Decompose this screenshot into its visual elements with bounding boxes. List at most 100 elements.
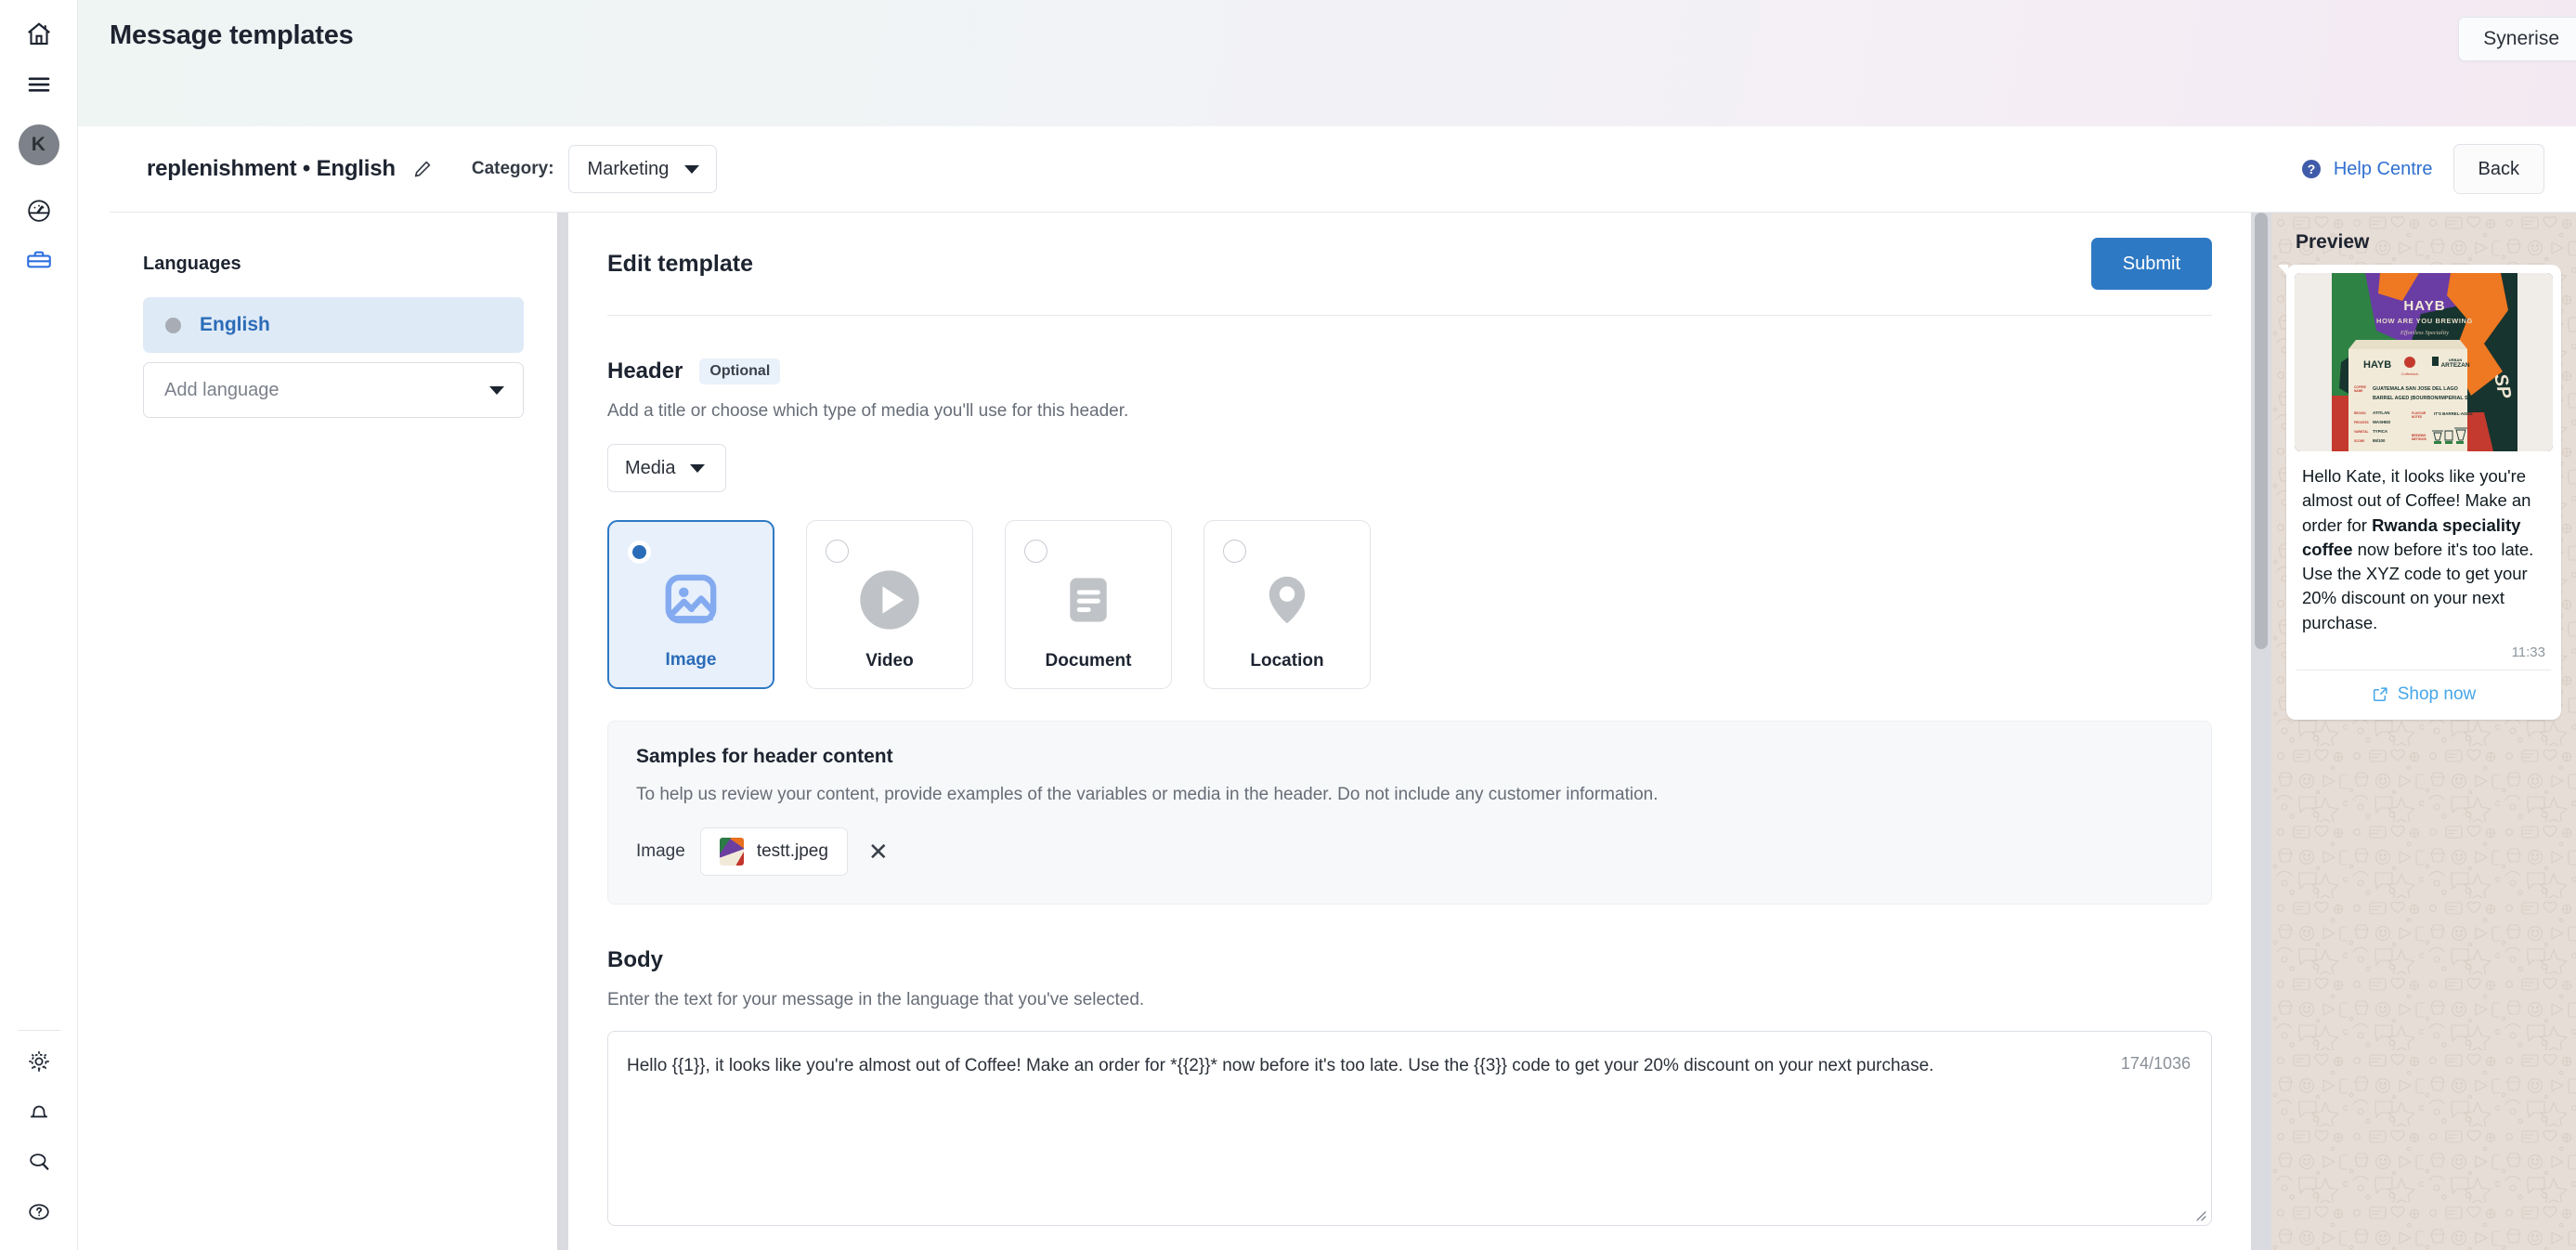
svg-text:REGION: REGION: [2354, 411, 2366, 415]
languages-list: English: [143, 297, 524, 353]
body-textarea[interactable]: Hello {{1}}, it looks like you're almost…: [607, 1031, 2212, 1226]
language-label: English: [200, 314, 270, 336]
resize-grip-icon[interactable]: [2193, 1208, 2206, 1221]
media-card-label: Video: [865, 651, 913, 671]
brand-badge[interactable]: Synerise: [2458, 17, 2576, 61]
language-item-english[interactable]: English: [143, 297, 524, 353]
svg-text:Effortless Speciality: Effortless Speciality: [2400, 330, 2449, 336]
message-bubble: HAYB HOW ARE YOU BREWING Effortless Spec…: [2286, 265, 2561, 720]
help-icon[interactable]: [14, 1187, 64, 1237]
sample-kind-label: Image: [636, 841, 685, 862]
media-card-label: Document: [1046, 651, 1132, 671]
gear-icon[interactable]: [14, 1036, 64, 1087]
edit-template-title: Edit template: [607, 251, 753, 278]
media-type-value: Media: [625, 458, 675, 479]
message-timestamp: 11:33: [2295, 635, 2553, 670]
samples-box: Samples for header content To help us re…: [607, 721, 2212, 905]
template-name: replenishment • English: [147, 156, 396, 182]
back-button[interactable]: Back: [2453, 144, 2544, 194]
chevron-down-icon: [489, 386, 504, 395]
vertical-scrollbar-thumb[interactable]: [2255, 213, 2268, 649]
header-section-description: Add a title or choose which type of medi…: [607, 401, 2212, 422]
media-card-location[interactable]: Location: [1203, 520, 1371, 689]
body-char-count: 174/1036: [2121, 1054, 2191, 1074]
samples-title: Samples for header content: [636, 746, 2183, 768]
page-title: Message templates: [110, 20, 354, 51]
languages-title: Languages: [143, 254, 557, 275]
languages-panel: Languages English Add language: [110, 213, 557, 1250]
header-section-title: Header: [607, 358, 683, 384]
svg-text:BARREL AGED (BOURBON/IMPERIAL: BARREL AGED (BOURBON/IMPERIAL STOUT): [2373, 396, 2483, 401]
svg-text:GUATEMALA SAN JOSE DEL LAGO: GUATEMALA SAN JOSE DEL LAGO: [2373, 386, 2458, 392]
svg-text:NAME: NAME: [2354, 389, 2362, 393]
user-avatar[interactable]: K: [19, 124, 59, 165]
external-link-icon: [2372, 685, 2389, 703]
status-dot-icon: [165, 318, 181, 333]
radio-location[interactable]: [1223, 540, 1246, 563]
edit-template-panel: Edit template Submit Header Optional Add…: [568, 213, 2251, 1250]
location-pin-icon: [1257, 560, 1317, 640]
rail-divider: [18, 1030, 60, 1031]
svg-text:WASHED: WASHED: [2373, 420, 2390, 424]
svg-text:NOTES: NOTES: [2412, 415, 2422, 419]
edit-template-header: Edit template Submit: [568, 213, 2251, 315]
media-card-label: Image: [666, 650, 717, 671]
svg-text:ATITLAN: ATITLAN: [2373, 410, 2389, 415]
chevron-down-icon: [684, 165, 699, 174]
chevron-down-icon: [690, 464, 705, 473]
bell-icon[interactable]: [14, 1087, 64, 1137]
body-text-value: Hello {{1}}, it looks like you're almost…: [627, 1052, 2072, 1079]
submit-button[interactable]: Submit: [2091, 238, 2212, 290]
shop-now-label: Shop now: [2398, 684, 2477, 705]
menu-icon[interactable]: [14, 59, 64, 110]
toolbar-divider: [110, 212, 2576, 213]
help-centre-link[interactable]: ? Help Centre: [2300, 158, 2433, 180]
svg-text:ARTEZAN: ARTEZAN: [2440, 362, 2469, 369]
category-select[interactable]: Marketing: [568, 145, 718, 193]
radio-video[interactable]: [826, 540, 849, 563]
preview-title: Preview: [2296, 231, 2369, 254]
home-icon[interactable]: [14, 9, 64, 59]
document-icon: [1059, 560, 1118, 640]
svg-text:IT'S BARREL-AGED: IT'S BARREL-AGED: [2434, 411, 2473, 416]
category-value: Marketing: [588, 159, 670, 180]
radio-image[interactable]: [628, 540, 651, 564]
vertical-scrollbar-track[interactable]: [2251, 213, 2271, 1250]
avatar-initial: K: [32, 134, 46, 156]
content-shell: Languages English Add language Edit temp…: [110, 213, 2576, 1250]
close-icon[interactable]: ✕: [863, 840, 894, 864]
media-type-select[interactable]: Media: [607, 444, 726, 492]
svg-text:Coffeelack: Coffeelack: [2401, 371, 2419, 376]
radio-document[interactable]: [1024, 540, 1047, 563]
briefcase-icon[interactable]: [14, 236, 64, 286]
svg-text:PROCESS: PROCESS: [2354, 421, 2369, 424]
svg-text:VARIETAL: VARIETAL: [2354, 430, 2369, 434]
header-divider: [607, 315, 2212, 316]
media-card-document[interactable]: Document: [1005, 520, 1172, 689]
add-language-select[interactable]: Add language: [143, 362, 524, 418]
search-icon[interactable]: [14, 1137, 64, 1187]
media-card-image[interactable]: Image: [607, 520, 774, 689]
preview-panel: Preview HAYB HOW ARE YOU BRE: [2271, 213, 2576, 1250]
left-rail: K: [0, 0, 78, 1250]
body-section-description: Enter the text for your message in the l…: [607, 990, 2212, 1010]
media-type-cards: Image Video: [607, 520, 2212, 689]
optional-badge: Optional: [699, 358, 780, 384]
pencil-icon[interactable]: [412, 159, 433, 179]
message-image: HAYB HOW ARE YOU BREWING Effortless Spec…: [2295, 273, 2553, 451]
top-bar: Message templates Synerise: [78, 0, 2576, 126]
svg-text:86/100: 86/100: [2373, 438, 2386, 443]
template-toolbar: replenishment • English Category: Market…: [110, 126, 2576, 212]
body-section: Body Enter the text for your message in …: [607, 947, 2212, 1226]
shop-now-button[interactable]: Shop now: [2295, 671, 2553, 720]
header-section-title-row: Header Optional: [607, 358, 2212, 384]
body-section-title: Body: [607, 947, 2212, 973]
svg-text:HAYB: HAYB: [2363, 359, 2391, 371]
dashboard-icon[interactable]: [14, 186, 64, 236]
svg-text:METHODS: METHODS: [2412, 437, 2426, 441]
file-thumbnail-icon: [720, 838, 744, 866]
sample-file-chip[interactable]: testt.jpeg: [700, 827, 848, 876]
media-card-label: Location: [1250, 651, 1323, 671]
message-text: Hello Kate, it looks like you're almost …: [2295, 451, 2553, 635]
media-card-video[interactable]: Video: [806, 520, 973, 689]
